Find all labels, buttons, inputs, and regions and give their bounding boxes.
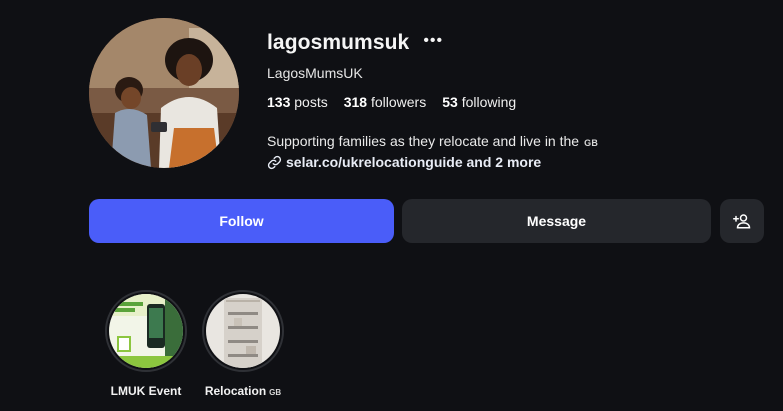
more-options-icon[interactable]: ••• (423, 33, 443, 49)
avatar-image (89, 18, 239, 168)
username: lagosmumsuk (267, 31, 410, 54)
followers-count[interactable]: 318 followers (344, 94, 427, 110)
gb-flag: GB (269, 388, 282, 397)
add-person-icon (733, 214, 751, 229)
follow-button[interactable]: Follow (89, 199, 394, 243)
suggest-accounts-button[interactable] (720, 199, 764, 243)
highlight-cover (206, 294, 280, 368)
highlight-title: LMUK Event (110, 384, 182, 398)
highlight-cover (109, 294, 183, 368)
username-row: lagosmumsuk ••• (267, 31, 443, 55)
followers-label: followers (370, 94, 427, 110)
highlight-relocation[interactable]: Relocation GB (200, 290, 286, 398)
following-count[interactable]: 53 following (442, 94, 516, 110)
posts-number: 133 (267, 94, 291, 110)
posts-count[interactable]: 133 posts (267, 94, 328, 110)
full-name: LagosMumsUK (267, 65, 363, 81)
highlight-lmuk-event[interactable]: LMUK Event (103, 290, 189, 398)
highlight-ring (105, 290, 187, 372)
highlight-label: LMUK Event (111, 384, 182, 398)
gb-flag: GB (584, 138, 599, 148)
following-number: 53 (442, 94, 458, 110)
following-label: following (461, 94, 517, 110)
highlight-label: Relocation GB (205, 384, 281, 398)
bio-text: Supporting families as they relocate and… (267, 133, 580, 149)
profile-stats: 133 posts 318 followers 53 following (267, 94, 516, 110)
link-icon (267, 155, 282, 170)
profile-page: lagosmumsuk ••• LagosMumsUK 133 posts 31… (0, 0, 783, 411)
followers-number: 318 (343, 94, 368, 110)
highlight-title: Relocation (204, 384, 267, 398)
message-button[interactable]: Message (402, 199, 711, 243)
profile-avatar[interactable] (89, 18, 239, 168)
link-text[interactable]: selar.co/ukrelocationguide and 2 more (286, 154, 541, 170)
profile-link[interactable]: selar.co/ukrelocationguide and 2 more (267, 154, 541, 170)
highlight-ring (202, 290, 284, 372)
posts-label: posts (294, 94, 328, 110)
bio: Supporting families as they relocate and… (267, 133, 598, 149)
